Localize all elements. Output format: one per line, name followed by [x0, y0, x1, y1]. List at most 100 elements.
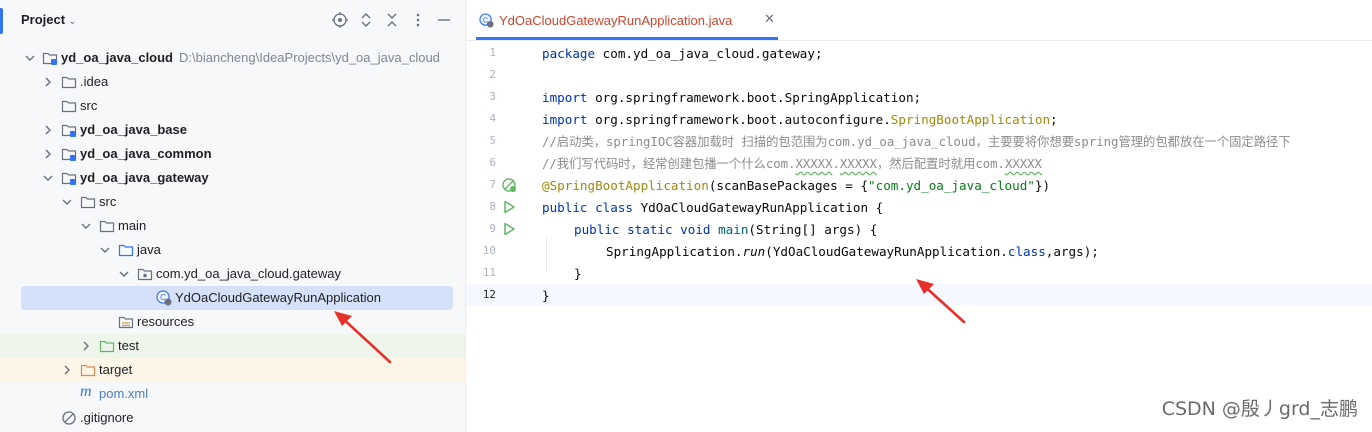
code-line-5: //启动类，springIOC容器加载时 扫描的包范围为com.yd_oa_ja… — [542, 135, 1291, 149]
code-line-12: } — [542, 288, 550, 303]
ignore-file-icon — [62, 411, 76, 425]
annotation-arrow — [916, 279, 966, 324]
resources-folder-icon — [118, 316, 134, 329]
module-path: D:\biancheng\IdeaProjects\yd_oa_java_clo… — [179, 50, 440, 65]
tree-item-gitignore[interactable]: .gitignore — [0, 406, 465, 430]
tree-item-label: test — [118, 338, 139, 353]
expand-all-icon[interactable] — [357, 11, 375, 29]
chevron-down-icon: ⌄ — [68, 16, 77, 27]
run-icon[interactable] — [501, 199, 517, 215]
tree-item-idea[interactable]: .idea — [0, 70, 465, 94]
tree-item-module-gateway[interactable]: yd_oa_java_gateway — [0, 166, 465, 190]
chevron-down-icon[interactable] — [80, 220, 92, 232]
code-line-9: public static void main(String[] args) { — [574, 222, 878, 237]
editor-tab-bar: C YdOaCloudGatewayRunApplication.java ✕ — [466, 0, 1372, 41]
tree-item-label: yd_oa_java_common — [80, 146, 212, 161]
tree-item-label: resources — [137, 314, 195, 329]
module-folder-icon — [42, 52, 58, 65]
tree-item-gateway-src[interactable]: src — [0, 190, 465, 214]
tree-item-label: yd_oa_java_gateway — [80, 170, 209, 185]
tree-item-label: java — [137, 242, 161, 257]
line-number: 9 — [489, 222, 496, 235]
tree-item-label: .gitignore — [80, 410, 134, 425]
more-options-icon[interactable] — [409, 11, 427, 29]
tree-item-label: target — [99, 362, 133, 377]
chevron-down-icon[interactable] — [118, 268, 130, 280]
chevron-down-icon[interactable] — [61, 196, 73, 208]
line-number: 8 — [489, 200, 496, 213]
chevron-right-icon[interactable] — [42, 148, 54, 160]
tree-item-test[interactable]: test — [0, 334, 465, 358]
chevron-down-icon[interactable] — [24, 52, 36, 64]
test-folder-icon — [99, 340, 115, 353]
module-folder-icon — [61, 124, 77, 137]
folder-icon — [99, 220, 115, 233]
code-line-11: } — [574, 266, 582, 281]
code-line-1: package com.yd_oa_java_cloud.gateway; — [542, 46, 823, 61]
chevron-right-icon[interactable] — [80, 340, 92, 352]
code-line-7: @SpringBootApplication(scanBasePackages … — [542, 178, 1051, 193]
folder-icon — [61, 76, 77, 89]
tree-item-label: src — [99, 194, 117, 209]
tab-label: YdOaCloudGatewayRunApplication.java — [499, 13, 733, 28]
tree-item-label: com.yd_oa_java_cloud.gateway — [156, 266, 342, 281]
chevron-right-icon[interactable] — [42, 76, 54, 88]
project-tool-window: Project ⌄ yd_oa_java_cloud D:\biancheng\Id… — [0, 0, 466, 432]
tree-item-root-module[interactable]: yd_oa_java_cloud D:\biancheng\IdeaProject… — [0, 46, 465, 70]
tree-item-target[interactable]: target — [0, 358, 465, 382]
line-number: 4 — [489, 112, 496, 125]
line-number: 10 — [482, 244, 496, 257]
code-line-8: public class YdOaCloudGatewayRunApplicat… — [542, 200, 884, 215]
package-icon — [137, 268, 153, 281]
project-header: Project ⌄ — [0, 0, 465, 40]
line-number: 5 — [489, 134, 496, 147]
excluded-folder-icon — [80, 364, 96, 377]
annotation-arrow — [334, 311, 392, 364]
line-number: 1 — [489, 46, 496, 59]
chevron-down-icon[interactable] — [42, 172, 54, 184]
tree-item-main[interactable]: main — [0, 214, 465, 238]
tree-item-label: pom.xml — [99, 386, 149, 401]
chevron-down-icon[interactable] — [99, 244, 111, 256]
tree-item-resources[interactable]: resources — [0, 310, 465, 334]
line-number: 12 — [482, 288, 496, 301]
tree-item-module-base[interactable]: yd_oa_java_base — [0, 118, 465, 142]
code-line-10: SpringApplication.run(YdOaCloudGatewayRu… — [606, 244, 1099, 259]
project-view-selector[interactable]: Project ⌄ — [21, 12, 76, 27]
tree-item-package[interactable]: com.yd_oa_java_cloud.gateway — [0, 262, 465, 286]
folder-icon — [80, 196, 96, 209]
code-line-3: import org.springframework.boot.SpringAp… — [542, 90, 922, 105]
line-number: 6 — [489, 156, 496, 169]
tree-item-src[interactable]: src — [0, 94, 465, 118]
tree-item-main-class[interactable]: C YdOaCloudGatewayRunApplication — [21, 286, 453, 310]
spring-bean-icon[interactable] — [501, 177, 517, 193]
indent-guide — [546, 238, 547, 272]
source-folder-icon — [118, 244, 134, 257]
tree-item-label: yd_oa_java_cloud — [61, 50, 173, 65]
tree-item-label: src — [80, 98, 98, 113]
module-folder-icon — [61, 148, 77, 161]
editor-gutter: 1 2 3 4 5 6 7 8 9 10 11 12 — [466, 40, 528, 432]
line-number: 3 — [489, 90, 496, 103]
module-folder-icon — [61, 172, 77, 185]
close-icon[interactable]: ✕ — [764, 12, 775, 27]
crosshair-locate-icon[interactable] — [331, 11, 349, 29]
tree-item-module-common[interactable]: yd_oa_java_common — [0, 142, 465, 166]
tree-item-label: .idea — [80, 74, 109, 89]
tree-item-label: yd_oa_java_base — [80, 122, 187, 137]
spring-class-icon: C — [479, 13, 494, 28]
chevron-right-icon[interactable] — [61, 364, 73, 376]
minimize-icon[interactable] — [435, 11, 453, 29]
tree-item-pom[interactable]: m pom.xml — [0, 382, 465, 406]
code-line-6: //我们写代码时，经常创建包播一个什么com.XXXXX.XXXXX，然后配置时… — [542, 157, 1042, 171]
line-number: 7 — [489, 178, 496, 191]
chevron-right-icon[interactable] — [42, 124, 54, 136]
tree-item-java[interactable]: java — [0, 238, 465, 262]
project-title: Project — [21, 12, 66, 27]
maven-icon: m — [80, 383, 92, 400]
collapse-all-icon[interactable] — [383, 11, 401, 29]
line-number: 11 — [482, 266, 496, 279]
tree-item-label: YdOaCloudGatewayRunApplication — [175, 290, 381, 305]
run-icon[interactable] — [501, 221, 517, 237]
code-line-4: import org.springframework.boot.autoconf… — [542, 112, 1058, 127]
